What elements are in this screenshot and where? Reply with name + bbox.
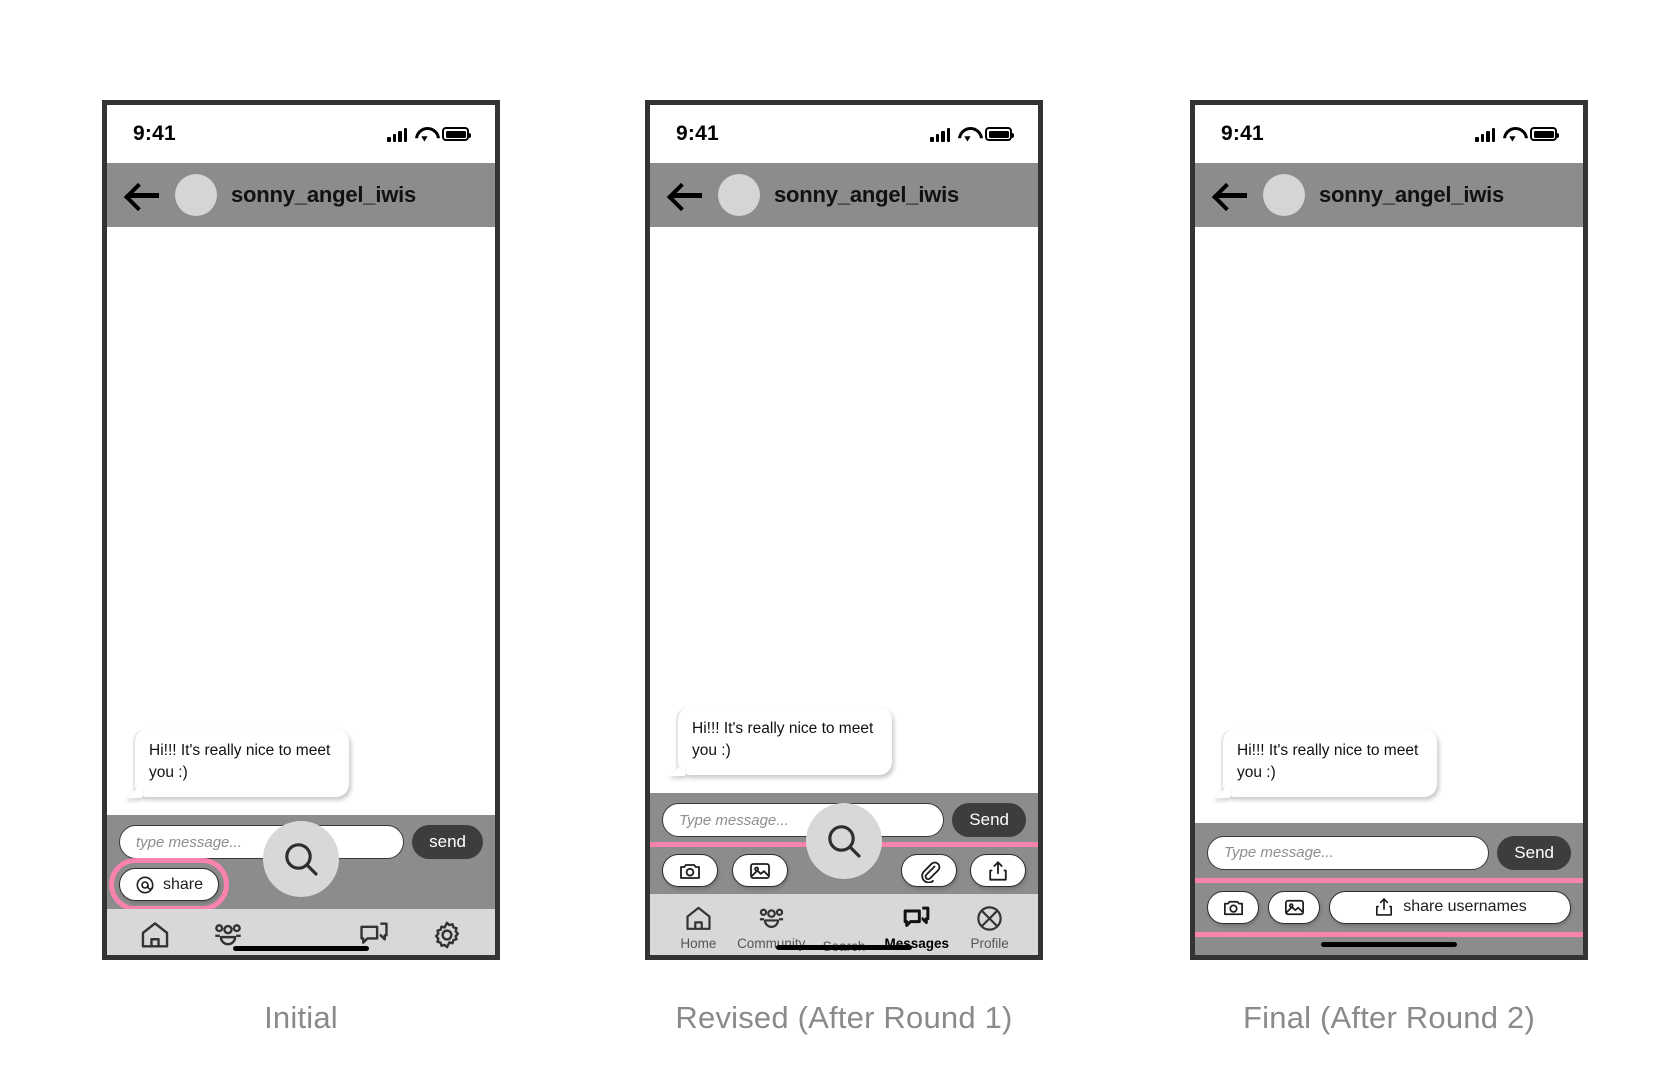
paperclip-icon: [920, 861, 940, 883]
wifi-icon: [958, 127, 977, 141]
wifi-icon: [1503, 127, 1522, 141]
chat-header: sonny_angel_iwis: [650, 163, 1038, 227]
status-bar: 9:41: [650, 105, 1038, 163]
message-input[interactable]: Type message...: [1207, 835, 1490, 870]
photo-image-icon: [1284, 899, 1304, 915]
messages-icon: [903, 906, 930, 927]
avatar[interactable]: [175, 174, 217, 216]
camera-icon: [1223, 900, 1243, 915]
battery-icon: [442, 127, 471, 141]
phone-mockup-initial: 9:41 sonny_angel_iwis Hi!!! It's really …: [102, 100, 500, 960]
send-button[interactable]: Send: [952, 803, 1026, 837]
camera-chip[interactable]: [1207, 890, 1259, 924]
mockup-canvas: 9:41 sonny_angel_iwis Hi!!! It's really …: [0, 0, 1677, 1091]
chat-header: sonny_angel_iwis: [1195, 163, 1583, 227]
wifi-icon: [415, 127, 434, 141]
conversation-area: Hi!!! It's really nice to meet you :): [107, 227, 495, 815]
message-input[interactable]: type message...: [119, 825, 405, 859]
cellular-signal-icon: [930, 127, 950, 142]
conversation-area: Hi!!! It's really nice to meet you :): [1195, 227, 1583, 823]
nav-label-profile: Profile: [970, 936, 1009, 951]
page-title: sonny_angel_iwis: [231, 182, 417, 207]
message-row: Hi!!! It's really nice to meet you :): [1195, 728, 1583, 805]
home-icon: [686, 906, 711, 930]
send-button[interactable]: Send: [1497, 835, 1571, 870]
sidebar-item-home[interactable]: Home: [664, 903, 732, 952]
sidebar-item-settings[interactable]: [413, 918, 481, 955]
camera-icon: [680, 863, 700, 879]
message-bubble: Hi!!! It's really nice to meet you :): [1221, 728, 1437, 797]
page-title: sonny_angel_iwis: [774, 182, 960, 207]
bottom-navigation: Home Community Search Messages: [650, 803, 1038, 955]
send-button[interactable]: send: [412, 825, 483, 859]
status-icons: [387, 127, 471, 142]
message-bubble: Hi!!! It's really nice to meet you :): [133, 729, 349, 797]
status-time: 9:41: [133, 122, 176, 145]
back-arrow-icon[interactable]: [1215, 182, 1249, 208]
avatar[interactable]: [718, 174, 760, 216]
cellular-signal-icon: [387, 127, 407, 142]
action-chip-row: share usernames: [1195, 883, 1583, 932]
phone-mockup-revised: 9:41 sonny_angel_iwis Hi!!! It's really …: [645, 100, 1043, 960]
photo-image-icon: [749, 862, 770, 879]
photo-chip[interactable]: [1268, 890, 1320, 924]
camera-chip[interactable]: [662, 854, 718, 887]
at-mention-icon: [136, 876, 154, 893]
search-icon: [285, 843, 318, 876]
share-chip-label: share: [163, 875, 204, 893]
caption-initial: Initial: [264, 1000, 338, 1035]
share-upload-icon: [989, 860, 1007, 881]
message-row: Hi!!! It's really nice to meet you :): [107, 729, 495, 805]
home-indicator: [776, 944, 912, 950]
search-icon: [828, 825, 861, 858]
share-upload-chip[interactable]: [970, 854, 1026, 887]
sidebar-item-home[interactable]: [121, 918, 189, 955]
back-arrow-icon[interactable]: [670, 182, 704, 208]
conversation-area: Hi!!! It's really nice to meet you :): [650, 227, 1038, 793]
caption-revised: Revised (After Round 1): [675, 1000, 1013, 1035]
caption-final: Final (After Round 2): [1243, 1000, 1535, 1035]
composer-row: Type message... Send: [1207, 835, 1571, 870]
battery-icon: [1530, 127, 1559, 141]
home-indicator: [1321, 941, 1457, 947]
message-row: Hi!!! It's really nice to meet you :): [650, 707, 1038, 783]
share-chip[interactable]: share: [108, 858, 230, 911]
share-usernames-label: share usernames: [1403, 898, 1527, 915]
nav-label-home: Home: [680, 936, 717, 951]
status-icons: [930, 127, 1014, 142]
settings-gear-icon: [434, 921, 459, 949]
home-icon: [142, 922, 169, 948]
bottom-navigation: [107, 821, 495, 955]
battery-icon: [985, 127, 1014, 141]
search-fab[interactable]: [806, 803, 882, 879]
status-time: 9:41: [1221, 122, 1264, 145]
community-icon: [759, 908, 783, 928]
phone-mockup-final: 9:41 sonny_angel_iwis Hi!!! It's really …: [1190, 100, 1588, 960]
status-time: 9:41: [676, 122, 719, 145]
sidebar-item-profile[interactable]: Profile: [956, 903, 1024, 952]
home-indicator: [233, 945, 369, 951]
photo-chip[interactable]: [731, 854, 788, 887]
message-bubble: Hi!!! It's really nice to meet you :): [676, 707, 892, 775]
message-composer: Type message... Send: [1195, 822, 1583, 955]
cellular-signal-icon: [1475, 127, 1495, 142]
profile-icon: [977, 906, 1002, 931]
avatar[interactable]: [1263, 174, 1305, 216]
attachment-chip[interactable]: [900, 854, 957, 887]
status-icons: [1475, 127, 1559, 142]
chat-header: sonny_angel_iwis: [107, 163, 495, 227]
status-bar: 9:41: [107, 105, 495, 163]
status-bar: 9:41: [1195, 105, 1583, 163]
back-arrow-icon[interactable]: [127, 182, 161, 208]
page-title: sonny_angel_iwis: [1319, 182, 1505, 207]
message-input[interactable]: Type message...: [662, 803, 945, 837]
share-upload-icon: [1376, 898, 1393, 916]
share-usernames-chip[interactable]: share usernames: [1329, 890, 1571, 924]
search-fab[interactable]: [263, 821, 339, 897]
